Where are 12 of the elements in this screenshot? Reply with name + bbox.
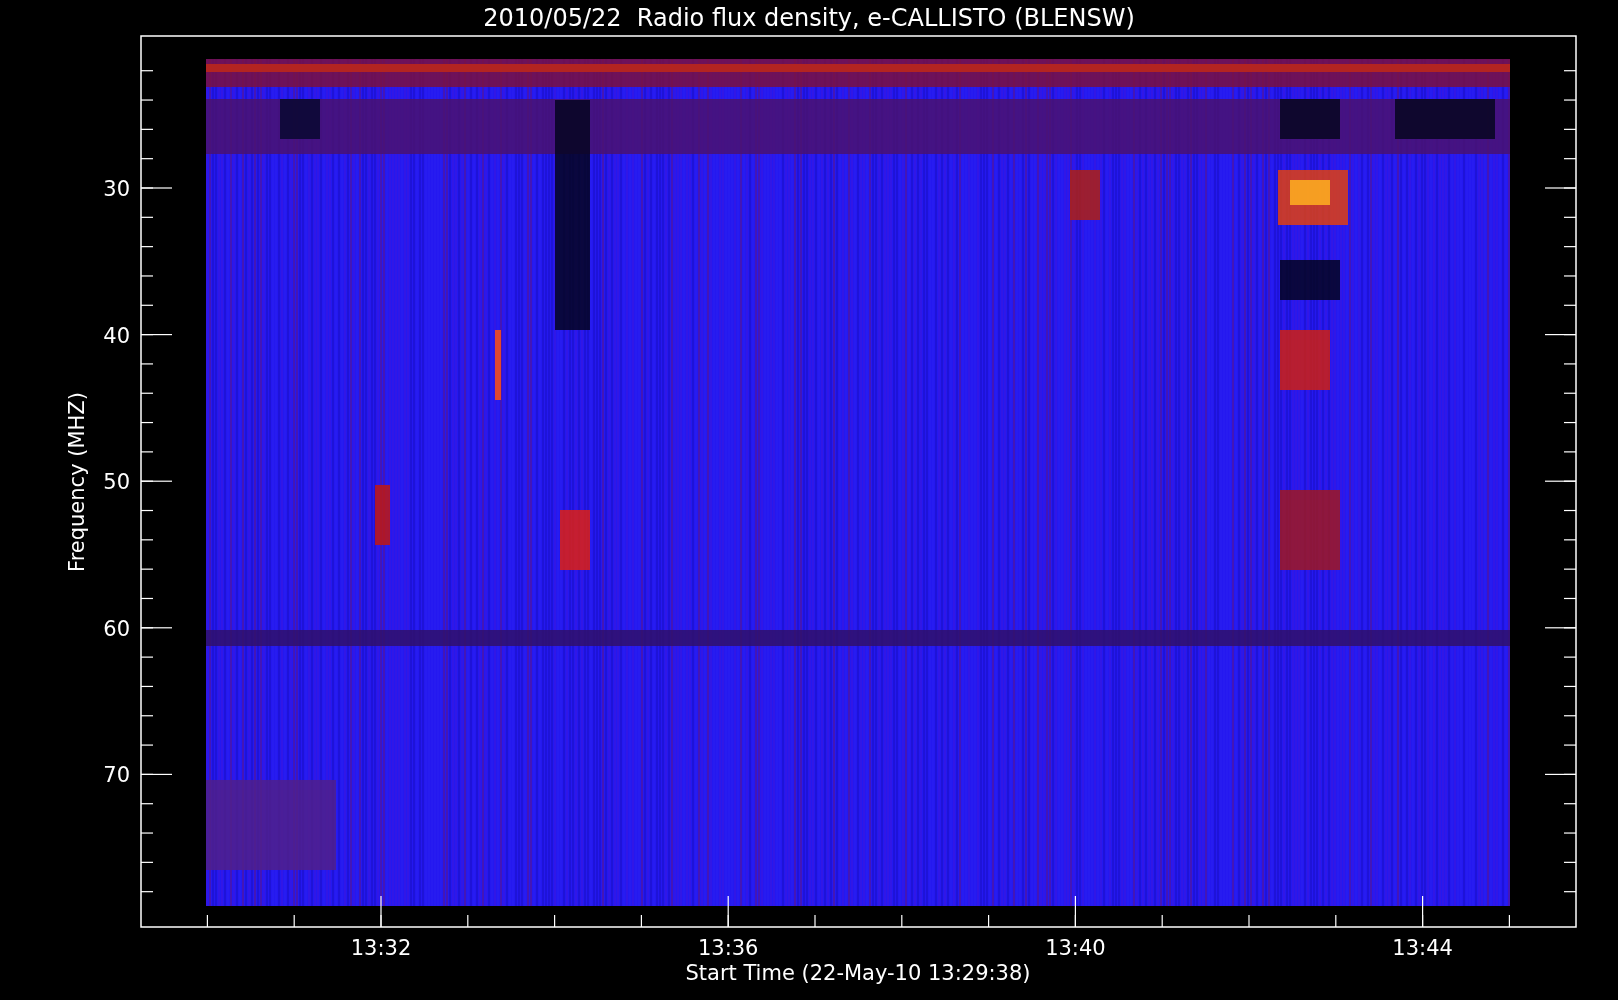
x-tick-label: 13:36	[697, 936, 759, 960]
y-tick-label: 30	[103, 177, 130, 201]
y-tick-label: 50	[103, 470, 130, 495]
y-tick-label: 40	[103, 323, 130, 348]
x-tick-label: 13:44	[1392, 936, 1453, 960]
x-tick-label: 13:32	[350, 936, 412, 960]
x-axis-label: Start Time (22-May-10 13:29:38)	[685, 961, 1031, 985]
x-tick-label: 13:40	[1045, 936, 1106, 960]
y-axis-label: Frequency (MHZ)	[65, 392, 89, 572]
y-tick-label: 70	[103, 763, 130, 788]
chart-title: 2010/05/22 Radio flux density, e-CALLISTO (BLENSW)	[483, 4, 1135, 32]
y-tick-label: 60	[103, 616, 130, 641]
